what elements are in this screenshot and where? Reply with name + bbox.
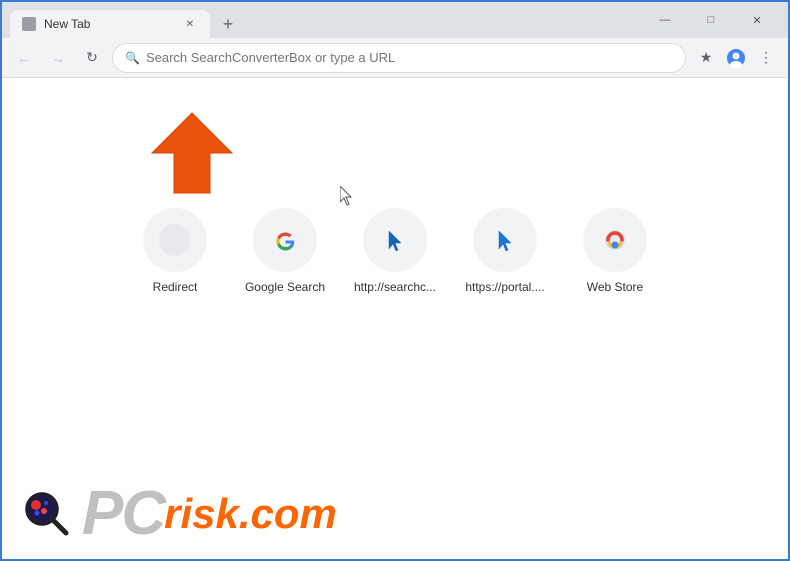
tab-close-button[interactable]: ✕ — [182, 16, 198, 32]
search-icon: 🔍 — [125, 51, 140, 65]
active-tab[interactable]: New Tab ✕ — [10, 10, 210, 38]
menu-button[interactable]: ⋮ — [752, 44, 780, 72]
pc-text: PC — [82, 483, 164, 545]
profile-button[interactable] — [722, 44, 750, 72]
mouse-cursor — [340, 186, 352, 204]
back-button[interactable]: ← — [10, 44, 38, 72]
refresh-button[interactable]: ↻ — [78, 44, 106, 72]
speed-dial-item-http[interactable]: http://searchc... — [350, 208, 440, 294]
speed-dial-icon-google — [253, 208, 317, 272]
speed-dial-label-google: Google Search — [245, 280, 325, 294]
address-bar[interactable]: 🔍 — [112, 43, 686, 73]
speed-dial-label-http: http://searchc... — [354, 280, 436, 294]
arrow-annotation — [132, 98, 262, 203]
main-content: Redirect Google Search — [2, 78, 788, 559]
window-controls: — □ ✕ — [642, 4, 780, 36]
speed-dial-item-webstore[interactable]: Web Store — [570, 208, 660, 294]
speed-dial-label-https: https://portal.... — [465, 280, 544, 294]
bookmark-button[interactable]: ★ — [692, 44, 720, 72]
maximize-button[interactable]: □ — [688, 4, 734, 36]
tab-favicon — [22, 17, 36, 31]
speed-dial-label-webstore: Web Store — [587, 280, 643, 294]
speed-dial-label-redirect: Redirect — [153, 280, 198, 294]
pcrisk-wordmark: PC risk.com — [82, 483, 337, 545]
browser-window: New Tab ✕ + — □ ✕ ← → ↻ 🔍 ★ — [0, 0, 790, 561]
tab-label: New Tab — [44, 17, 90, 31]
pcrisk-logo-icon — [22, 489, 72, 539]
close-button[interactable]: ✕ — [734, 4, 780, 36]
speed-dial-item-https[interactable]: https://portal.... — [460, 208, 550, 294]
toolbar-right: ★ ⋮ — [692, 44, 780, 72]
address-input[interactable] — [146, 50, 673, 65]
speed-dial-item-google[interactable]: Google Search — [240, 208, 330, 294]
speed-dial-icon-redirect — [143, 208, 207, 272]
speed-dial-icon-webstore — [583, 208, 647, 272]
risk-text: risk.com — [164, 493, 337, 535]
speed-dial-icon-https — [473, 208, 537, 272]
speed-dial: Redirect Google Search — [130, 208, 660, 294]
title-bar: New Tab ✕ + — □ ✕ — [2, 2, 788, 38]
tab-area: New Tab ✕ + — [10, 2, 642, 38]
speed-dial-icon-http — [363, 208, 427, 272]
minimize-button[interactable]: — — [642, 4, 688, 36]
watermark: PC risk.com — [2, 469, 788, 559]
toolbar: ← → ↻ 🔍 ★ ⋮ — [2, 38, 788, 78]
speed-dial-item-redirect[interactable]: Redirect — [130, 208, 220, 294]
forward-button[interactable]: → — [44, 44, 72, 72]
new-tab-button[interactable]: + — [214, 10, 242, 38]
